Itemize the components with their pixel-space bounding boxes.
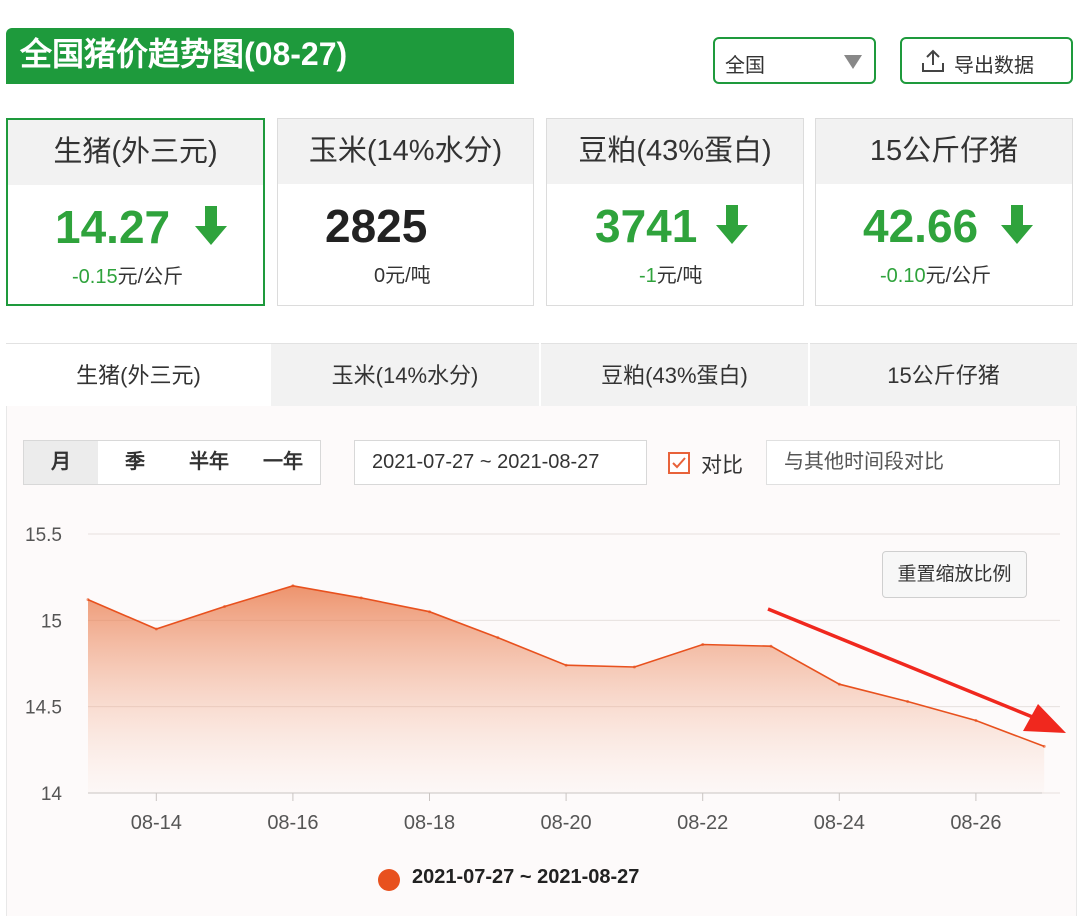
data-point[interactable] (291, 584, 295, 588)
data-point[interactable] (1042, 744, 1046, 748)
y-tick-label: 14.5 (25, 698, 62, 719)
price-trend-chart: 15.5 15 14.5 14 08-14 08-16 08-18 08-20 08-22 08-… (25, 525, 1066, 834)
trend-arrow-head (1023, 704, 1066, 733)
data-point[interactable] (86, 598, 90, 602)
x-tick-label: 08-18 (404, 812, 455, 834)
data-point[interactable] (564, 663, 568, 667)
data-point[interactable] (154, 627, 158, 631)
data-point[interactable] (974, 718, 978, 722)
data-point[interactable] (223, 605, 227, 609)
x-tick-label: 08-14 (131, 812, 182, 834)
data-point[interactable] (906, 699, 910, 703)
data-point[interactable] (837, 682, 841, 686)
y-tick-label: 15 (41, 611, 62, 632)
data-point[interactable] (359, 596, 363, 600)
data-point[interactable] (769, 644, 773, 648)
y-tick-label: 15.5 (25, 525, 62, 546)
data-point[interactable] (632, 665, 636, 669)
series-area (88, 585, 1045, 793)
data-point[interactable] (428, 610, 431, 614)
x-tick-label: 08-16 (267, 812, 318, 834)
legend-marker[interactable] (378, 869, 400, 891)
legend-label[interactable]: 2021-07-27 ~ 2021-08-27 (412, 866, 639, 889)
x-tick-label: 08-20 (541, 812, 592, 834)
x-tick-label: 08-22 (677, 812, 728, 834)
x-tick-label: 08-24 (814, 812, 865, 834)
data-point[interactable] (496, 636, 500, 640)
reset-zoom-button[interactable]: 重置缩放比例 (882, 551, 1027, 598)
data-point[interactable] (701, 643, 705, 647)
x-tick-label: 08-26 (950, 812, 1001, 834)
y-tick-label: 14 (41, 784, 63, 805)
